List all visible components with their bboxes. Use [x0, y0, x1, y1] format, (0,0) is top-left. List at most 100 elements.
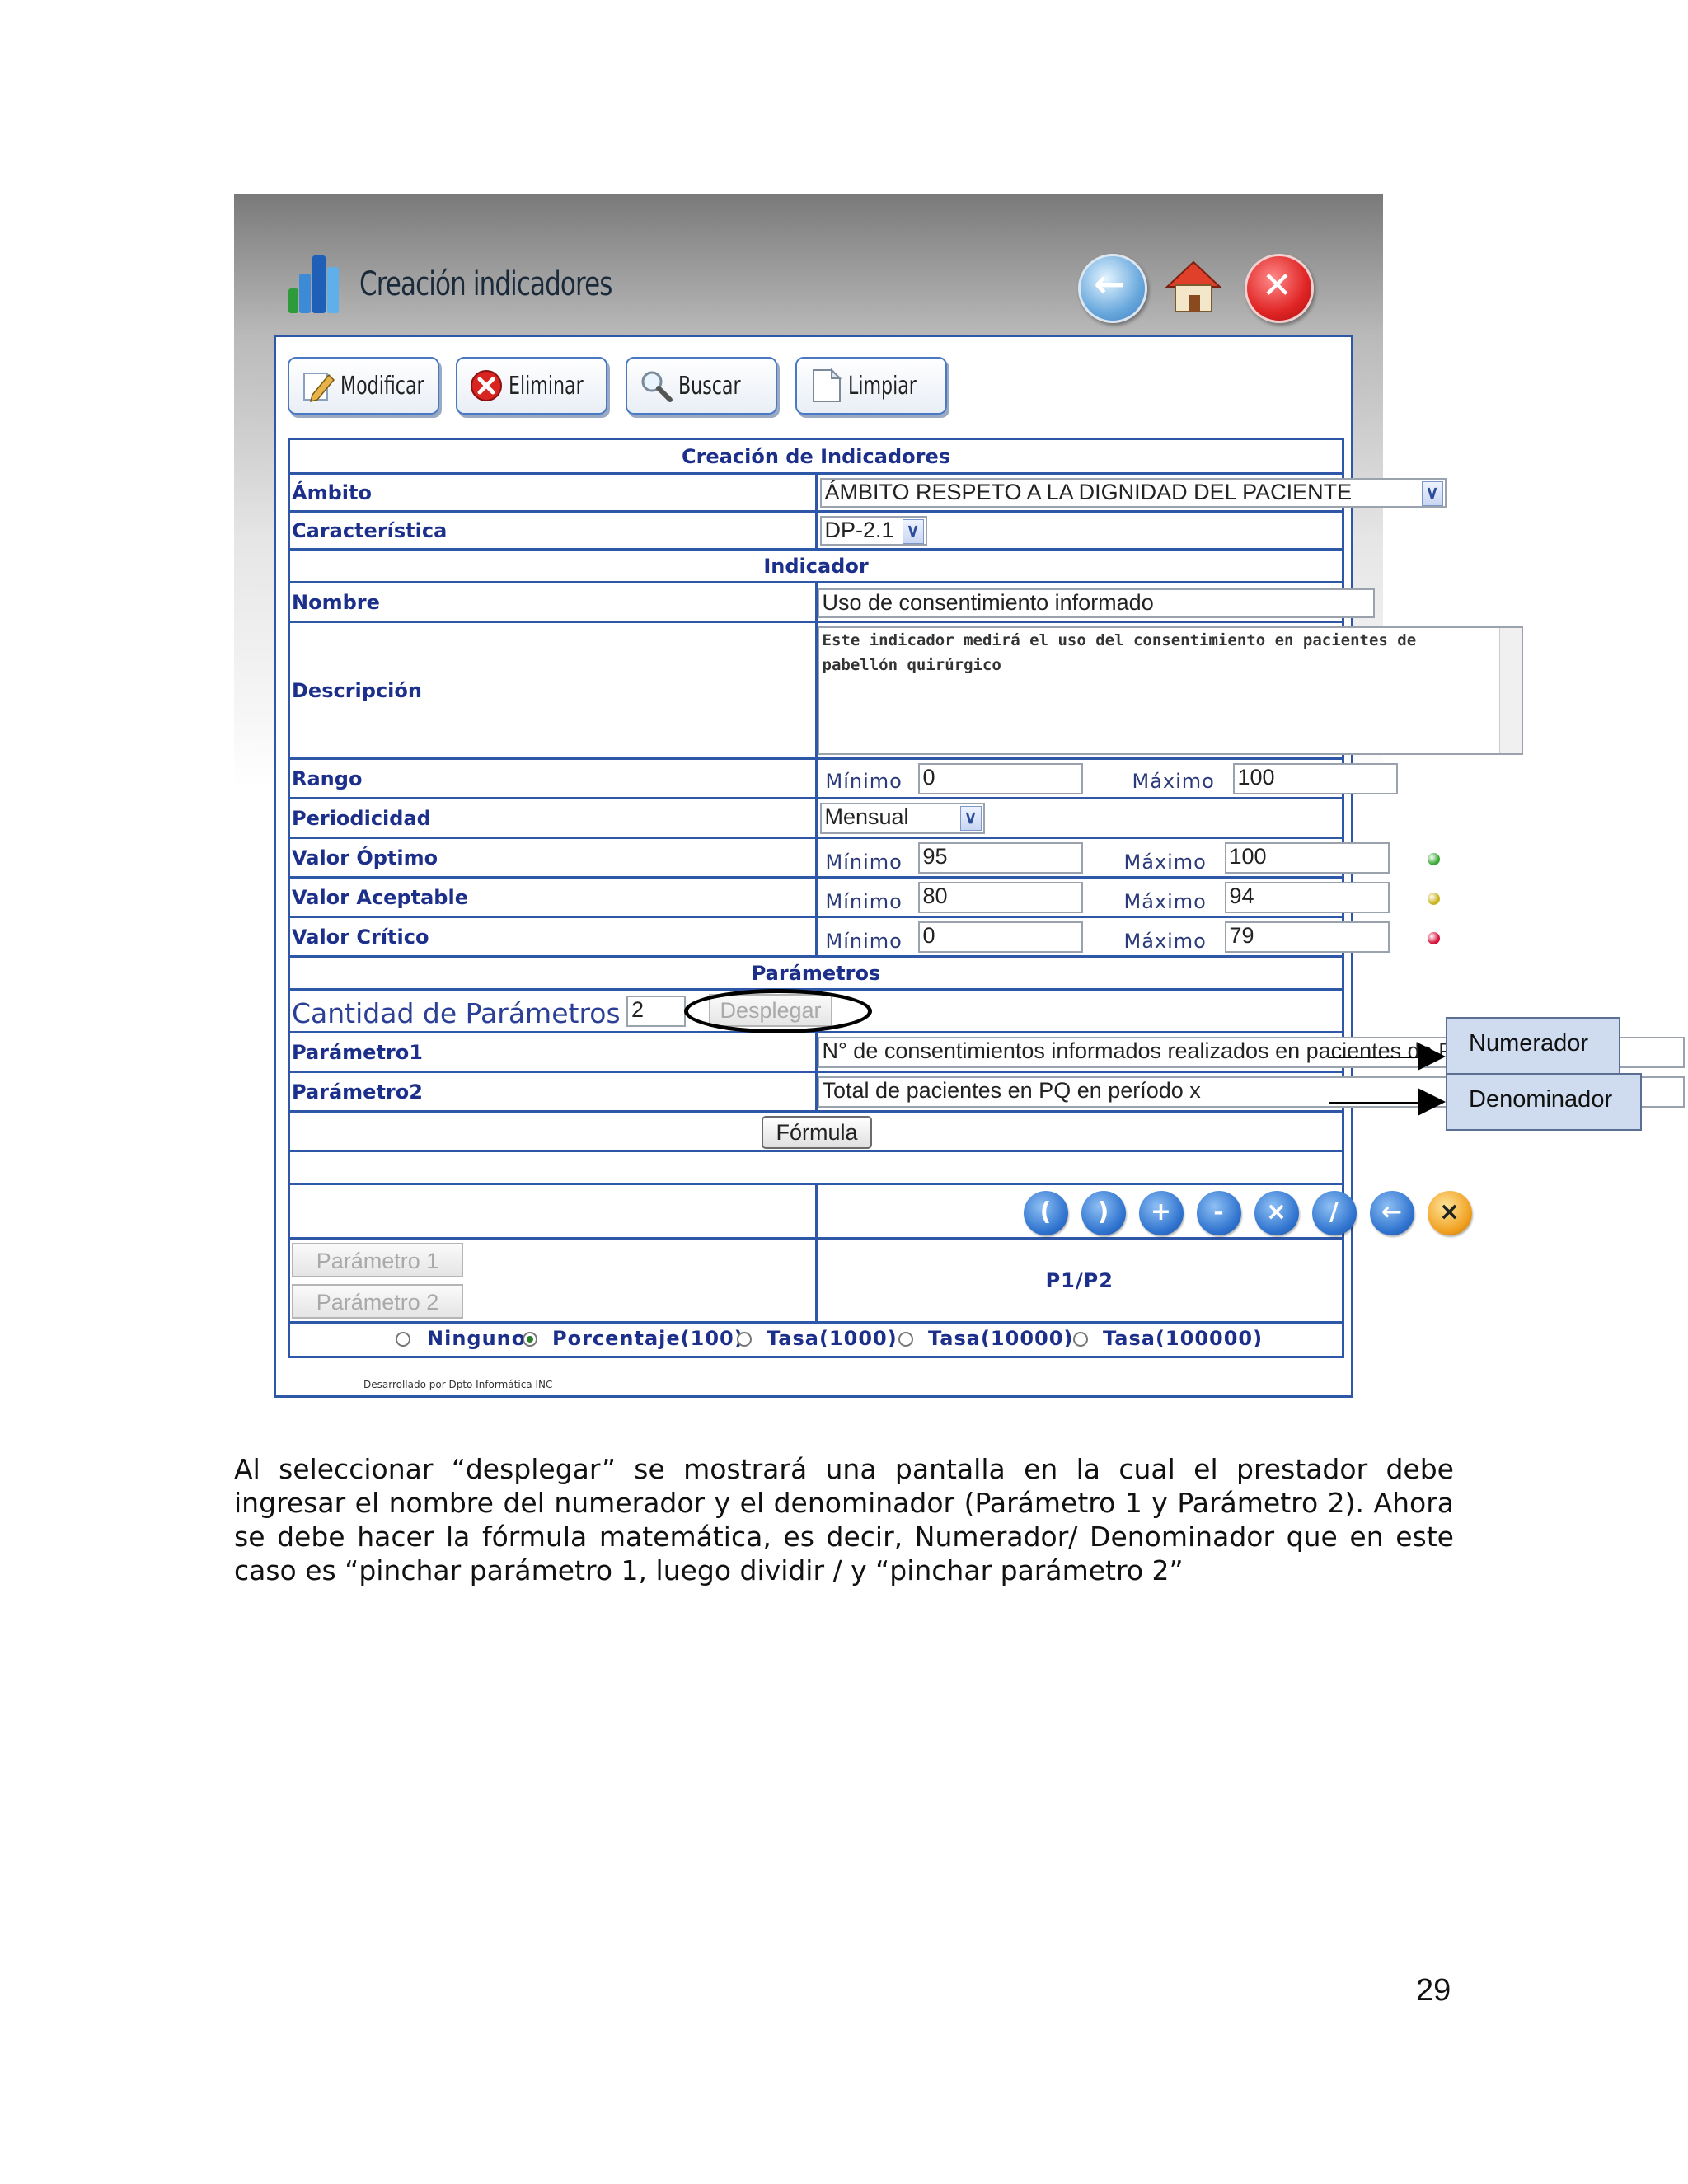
- ambito-cell: ÁMBITO RESPETO A LA DIGNIDAD DEL PACIENT…: [814, 472, 1447, 513]
- developer-footer: Desarrollado por Dpto Informática INC: [363, 1379, 553, 1390]
- limpiar-button[interactable]: Limpiar: [795, 357, 947, 415]
- radio-ninguno[interactable]: [396, 1332, 410, 1347]
- critico-max-input[interactable]: 79: [1224, 921, 1390, 953]
- aceptable-max-input[interactable]: 94: [1224, 882, 1390, 913]
- chevron-down-icon[interactable]: [902, 518, 924, 544]
- periodicidad-select[interactable]: Mensual: [819, 803, 985, 834]
- ambito-select[interactable]: ÁMBITO RESPETO A LA DIGNIDAD DEL PACIENT…: [819, 478, 1447, 508]
- red-status-dot-icon: [1427, 932, 1440, 944]
- descripcion-label: Descripción: [288, 621, 818, 760]
- radio-tasa-100000-label: Tasa(100000): [1103, 1327, 1264, 1350]
- cantidad-label: Cantidad de Parámetros: [292, 997, 621, 1029]
- arrow-right-icon: [1418, 1043, 1446, 1071]
- parametro1-cell: N° de consentimientos informados realiza…: [814, 1031, 1685, 1073]
- optimo-label: Valor Óptimo: [288, 837, 818, 879]
- radio-tasa-10000-label: Tasa(10000): [928, 1327, 1074, 1350]
- cantidad-input[interactable]: 2: [626, 996, 686, 1027]
- rango-min-input[interactable]: 0: [917, 763, 1083, 794]
- parametro2-label: Parámetro2: [288, 1071, 818, 1113]
- indicator-form: Creación de Indicadores Ámbito ÁMBITO RE…: [288, 438, 1685, 1358]
- optimo-min-input[interactable]: 95: [917, 842, 1083, 874]
- radio-tasa-1000[interactable]: [737, 1332, 752, 1347]
- app-window: Creación indicadores Modificar Eliminar: [234, 194, 1685, 1405]
- home-button[interactable]: [1160, 254, 1225, 318]
- numerador-arrow-line: [1329, 1057, 1421, 1058]
- close-paren-button[interactable]: ): [1081, 1191, 1126, 1235]
- close-button[interactable]: [1245, 254, 1314, 323]
- blank-page-icon: [813, 368, 842, 402]
- nombre-label: Nombre: [288, 581, 818, 623]
- radio-tasa-100000[interactable]: [1073, 1332, 1088, 1347]
- clear-button[interactable]: ×: [1427, 1191, 1472, 1235]
- optimo-max-label: Máximo: [1123, 851, 1207, 874]
- page-number: 29: [1416, 1973, 1451, 2008]
- chevron-down-icon[interactable]: [959, 805, 982, 831]
- rango-max-input[interactable]: 100: [1232, 763, 1398, 794]
- periodicidad-value: Mensual: [824, 804, 909, 829]
- aceptable-min-label: Mínimo: [825, 890, 903, 913]
- plus-button[interactable]: +: [1138, 1191, 1184, 1235]
- operators-left-cell: [288, 1183, 818, 1240]
- indicador-section-title: Indicador: [288, 548, 1344, 583]
- nombre-input[interactable]: Uso de consentimiento informado: [817, 588, 1375, 618]
- multiply-button[interactable]: ×: [1254, 1191, 1299, 1235]
- limpiar-label: Limpiar: [848, 372, 917, 401]
- chart-logo-icon: [288, 251, 343, 313]
- scale-radio-row: Ninguno Porcentaje(100) Tasa(1000) Tasa(…: [288, 1321, 1344, 1358]
- radio-porcentaje-label: Porcentaje(100): [552, 1327, 744, 1350]
- back-button[interactable]: [1078, 254, 1147, 323]
- ambito-value: ÁMBITO RESPETO A LA DIGNIDAD DEL PACIENT…: [824, 480, 1353, 504]
- form-title: Creación de Indicadores: [288, 438, 1344, 475]
- critico-max-label: Máximo: [1123, 930, 1207, 953]
- modificar-button[interactable]: Modificar: [288, 357, 439, 415]
- textarea-scrollbar[interactable]: [1498, 628, 1522, 753]
- rango-max-label: Máximo: [1132, 770, 1215, 793]
- green-status-dot-icon: [1427, 853, 1440, 865]
- param-buttons-cell: Parámetro 1 Parámetro 2: [288, 1237, 818, 1324]
- critico-label: Valor Crítico: [288, 916, 818, 958]
- cantidad-row: Cantidad de Parámetros 2 Desplegar: [288, 988, 1344, 1033]
- minus-button[interactable]: -: [1196, 1191, 1241, 1235]
- denominador-arrow-line: [1329, 1102, 1421, 1104]
- aceptable-max-label: Máximo: [1123, 890, 1207, 913]
- eliminar-button[interactable]: Eliminar: [456, 357, 607, 415]
- buscar-button[interactable]: Buscar: [626, 357, 777, 415]
- optimo-cell: Mínimo 95 Máximo 100: [814, 837, 1440, 879]
- caracteristica-select[interactable]: DP-2.1: [819, 516, 927, 546]
- caracteristica-value: DP-2.1: [824, 518, 894, 542]
- backspace-button[interactable]: ←: [1369, 1191, 1414, 1235]
- yellow-status-dot-icon: [1427, 893, 1440, 905]
- formula-button[interactable]: Fórmula: [762, 1116, 872, 1149]
- parametro2-insert-button[interactable]: Parámetro 2: [292, 1284, 463, 1319]
- parametro1-insert-button[interactable]: Parámetro 1: [292, 1243, 463, 1277]
- divide-button[interactable]: /: [1311, 1191, 1357, 1235]
- body-paragraph: Al seleccionar “desplegar” se mostrará u…: [234, 1453, 1454, 1586]
- search-icon: [641, 371, 673, 402]
- window-title: Creación indicadores: [359, 265, 612, 303]
- optimo-max-input[interactable]: 100: [1224, 842, 1390, 874]
- highlight-ellipse: [684, 989, 872, 1033]
- rango-cell: Mínimo 0 Máximo 100: [814, 757, 1398, 799]
- caracteristica-label: Característica: [288, 510, 818, 551]
- aceptable-label: Valor Aceptable: [288, 876, 818, 918]
- delete-icon: [471, 370, 502, 401]
- formula-result: P1/P2: [814, 1237, 1344, 1324]
- aceptable-cell: Mínimo 80 Máximo 94: [814, 876, 1440, 918]
- radio-tasa-10000[interactable]: [898, 1332, 913, 1347]
- optimo-min-label: Mínimo: [825, 851, 903, 874]
- critico-cell: Mínimo 0 Máximo 79: [814, 916, 1440, 958]
- modificar-label: Modificar: [340, 372, 424, 401]
- descripcion-textarea[interactable]: Este indicador medirá el uso del consent…: [817, 626, 1523, 755]
- edit-icon: [303, 373, 335, 403]
- critico-min-input[interactable]: 0: [917, 921, 1083, 953]
- periodicidad-label: Periodicidad: [288, 797, 818, 839]
- radio-porcentaje[interactable]: [523, 1332, 537, 1347]
- buscar-label: Buscar: [678, 372, 741, 401]
- open-paren-button[interactable]: (: [1023, 1191, 1068, 1235]
- caracteristica-cell: DP-2.1: [814, 510, 1344, 551]
- radio-tasa-1000-label: Tasa(1000): [767, 1327, 898, 1350]
- rango-label: Rango: [288, 757, 818, 799]
- nombre-cell: Uso de consentimiento informado: [814, 581, 1375, 623]
- chevron-down-icon[interactable]: [1421, 480, 1443, 506]
- aceptable-min-input[interactable]: 80: [917, 882, 1083, 913]
